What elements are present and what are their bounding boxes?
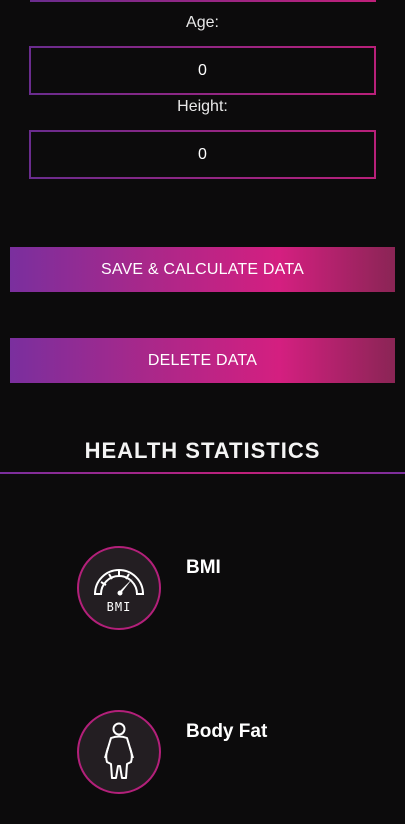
body-fat-stat-label: Body Fat bbox=[186, 721, 268, 742]
save-calculate-button[interactable]: SAVE & CALCULATE DATA bbox=[10, 247, 395, 292]
body-fat-stat-icon-wrapper bbox=[77, 710, 161, 794]
height-input[interactable]: 0 bbox=[29, 130, 376, 179]
delete-data-button[interactable]: DELETE DATA bbox=[10, 338, 395, 383]
bmi-stat-icon-wrapper: BMI bbox=[77, 546, 161, 630]
body-figure-icon bbox=[104, 722, 134, 779]
bmi-stat-label: BMI bbox=[186, 557, 221, 578]
health-statistics-title: HEALTH STATISTICS bbox=[84, 438, 321, 463]
age-input[interactable]: 0 bbox=[29, 46, 376, 95]
bmi-gauge-icon: BMI bbox=[93, 569, 145, 614]
section-divider bbox=[0, 472, 405, 474]
age-label: Age: bbox=[186, 14, 219, 31]
height-label: Height: bbox=[177, 98, 228, 115]
top-divider bbox=[30, 0, 376, 2]
bmi-icon-text: BMI bbox=[107, 600, 132, 614]
page: Age: 0 Height: 0 SAVE & CALCULATE DATA D… bbox=[0, 0, 405, 824]
